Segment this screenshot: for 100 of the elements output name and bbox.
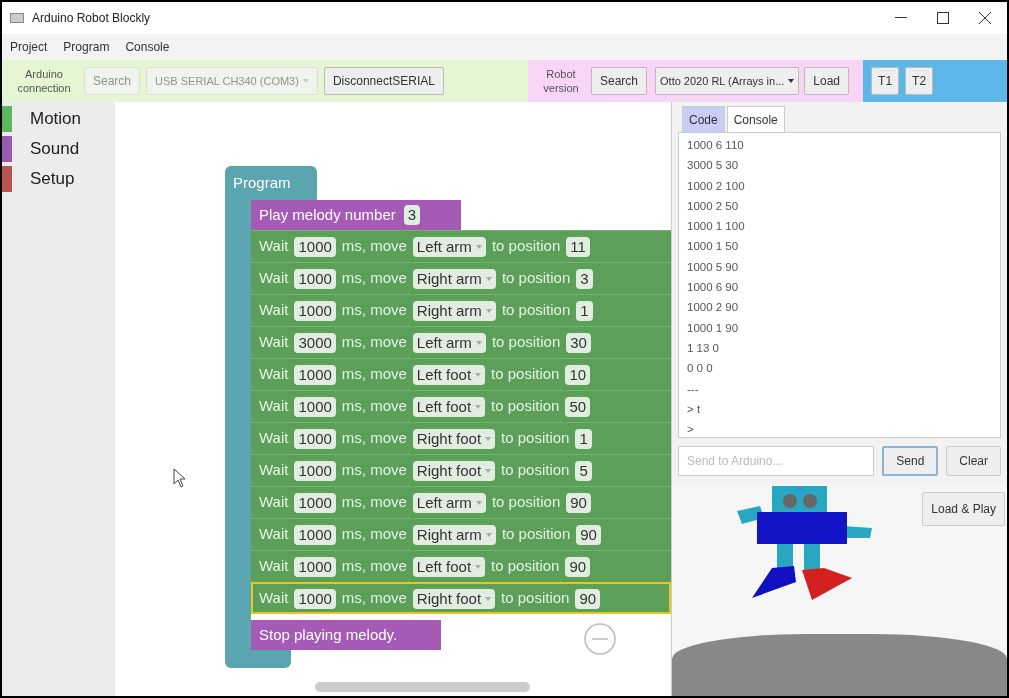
block-field[interactable]: Left arm	[412, 492, 486, 513]
block-field[interactable]: 3	[403, 205, 421, 225]
block-field[interactable]: 1	[576, 300, 593, 321]
minimize-icon[interactable]	[895, 17, 907, 19]
move-block[interactable]: Wait 1000 ms, move Left arm to position 90	[251, 486, 671, 518]
block-field[interactable]: 11	[566, 236, 590, 257]
caret-icon	[302, 79, 309, 83]
block-field[interactable]: Right arm	[412, 524, 496, 545]
block-label: ms, move	[341, 268, 407, 289]
panel-tab[interactable]: Console	[726, 106, 785, 132]
category-item[interactable]: Motion	[30, 106, 82, 132]
block-field[interactable]: Right foot	[412, 460, 496, 481]
block-field[interactable]: 10	[565, 364, 591, 385]
dropdown-caret-icon	[485, 468, 492, 473]
send-button[interactable]: Send	[882, 446, 939, 476]
menu-item[interactable]: Project	[10, 38, 48, 56]
move-block[interactable]: Wait 1000 ms, move Left foot to position 50	[251, 390, 671, 422]
console-line: 1000 1 50	[687, 239, 740, 255]
move-block[interactable]: Wait 1000 ms, move Right arm to position 3	[251, 262, 671, 294]
program-block-footer	[225, 650, 291, 668]
block-label: to position	[491, 364, 560, 385]
block-field[interactable]: 1000	[294, 236, 336, 257]
maximize-icon[interactable]	[937, 12, 949, 24]
move-block[interactable]: Wait 1000 ms, move Right arm to position 90	[251, 518, 671, 550]
block-label: Wait	[259, 332, 289, 353]
block-label: to position	[501, 428, 570, 449]
console-line: 0 0 0	[687, 361, 714, 377]
block-field[interactable]: 1000	[294, 556, 336, 577]
console-line: 1000 6 90	[687, 280, 740, 296]
console-line: 1000 1 90	[687, 320, 740, 336]
block-field[interactable]: 90	[565, 556, 591, 577]
move-block[interactable]: Wait 1000 ms, move Right foot to position 1	[251, 422, 671, 454]
close-icon[interactable]	[979, 12, 991, 24]
block-field[interactable]: 90	[575, 588, 601, 609]
menu-item[interactable]: Console	[125, 38, 170, 56]
melody-block[interactable]: Play melody number 3	[251, 200, 461, 230]
search-button[interactable]: Search	[591, 67, 648, 95]
block-field[interactable]: Left foot	[412, 396, 486, 417]
block-field[interactable]: 3	[576, 268, 593, 289]
block-field[interactable]: Left arm	[412, 332, 486, 353]
block-label: Wait	[259, 396, 289, 417]
block-field[interactable]: 50	[565, 396, 591, 417]
block-label: ms, move	[341, 236, 407, 257]
block-field[interactable]: 1000	[294, 364, 336, 385]
block-field[interactable]: 1	[575, 428, 592, 449]
move-block[interactable]: Wait 1000 ms, move Right arm to position 1	[251, 294, 671, 326]
move-block[interactable]: Wait 1000 ms, move Right foot to position 5	[251, 454, 671, 486]
block-label: Wait	[259, 268, 289, 289]
dropdown-caret-icon	[485, 308, 492, 313]
clear-button[interactable]: Clear	[946, 446, 1001, 476]
block-field[interactable]: 5	[575, 460, 592, 481]
block-field[interactable]: Right foot	[412, 428, 496, 449]
category-item[interactable]: Sound	[30, 136, 80, 162]
block-field[interactable]: 1000	[294, 524, 336, 545]
block-label: Wait	[259, 492, 289, 513]
block-field[interactable]: 1000	[294, 492, 336, 513]
block-field[interactable]: Left foot	[412, 556, 486, 577]
menu-item[interactable]: Program	[63, 38, 110, 56]
load-button[interactable]: Load	[804, 67, 850, 95]
tab-button[interactable]: T1	[871, 67, 900, 95]
console-line: 1 13 0	[687, 340, 720, 356]
block-label: ms, move	[341, 364, 407, 385]
block-field[interactable]: 1000	[294, 460, 336, 481]
block-field[interactable]: 1000	[294, 396, 336, 417]
stop-melody-block[interactable]: Stop playing melody.	[251, 620, 441, 650]
section-label: Robot version	[542, 67, 580, 95]
panel-tab[interactable]: Code	[682, 106, 725, 132]
move-block[interactable]: Wait 1000 ms, move Left foot to position 10	[251, 358, 671, 390]
block-field[interactable]: 90	[576, 524, 601, 545]
console-line: 1000 2 100	[687, 178, 746, 194]
block-field[interactable]: 90	[566, 492, 591, 513]
block-field[interactable]: Right arm	[412, 268, 496, 289]
block-field[interactable]: Right foot	[412, 588, 496, 609]
block-field[interactable]: 1000	[294, 268, 336, 289]
move-block[interactable]: Wait 3000 ms, move Left arm to position 30	[251, 326, 671, 358]
console-line: > t	[687, 401, 702, 417]
dropdown-caret-icon	[475, 500, 482, 505]
tab-button[interactable]: T2	[905, 67, 934, 95]
robot-version-dropdown[interactable]: Otto 2020 RL (Arrays in...	[655, 67, 800, 95]
move-block[interactable]: Wait 1000 ms, move Right foot to position 90	[251, 582, 671, 614]
block-field[interactable]: 1000	[294, 300, 336, 321]
block-label: Wait	[259, 428, 289, 449]
block-label: Wait	[259, 300, 289, 321]
dropdown-caret-icon	[485, 596, 492, 601]
block-field[interactable]: Left arm	[412, 236, 486, 257]
move-block[interactable]: Wait 1000 ms, move Left arm to position 11	[251, 230, 671, 262]
disconnect-button[interactable]: DisconnectSERIAL	[323, 67, 444, 95]
block-field[interactable]: 3000	[294, 332, 336, 353]
move-block[interactable]: Wait 1000 ms, move Left foot to position 90	[251, 550, 671, 582]
send-input-field[interactable]: Send to Arduino...	[678, 446, 875, 476]
block-label: Wait	[259, 460, 289, 481]
block-field[interactable]: 30	[566, 332, 591, 353]
load-and-play-button[interactable]: Load & Play	[922, 492, 1005, 526]
section-label: Arduino connection	[16, 67, 72, 95]
block-field[interactable]: 1000	[294, 588, 336, 609]
block-field[interactable]: Left foot	[412, 364, 486, 385]
category-item[interactable]: Setup	[30, 166, 75, 192]
block-field[interactable]: 1000	[294, 428, 336, 449]
block-field[interactable]: Right arm	[412, 300, 496, 321]
horizontal-scrollbar[interactable]	[315, 682, 530, 692]
